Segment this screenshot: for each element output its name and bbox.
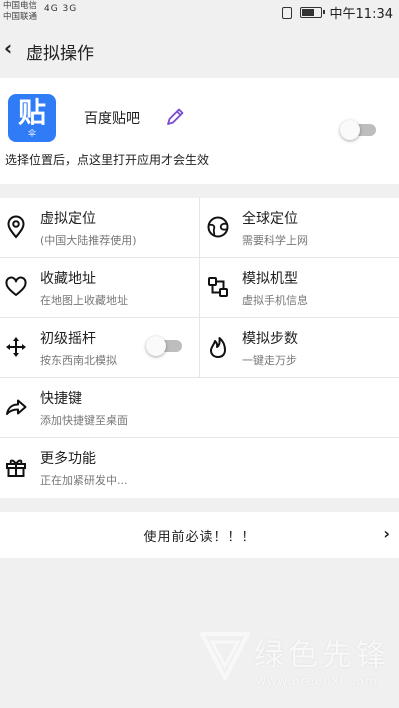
more-features-row[interactable]: 更多功能 正在加紧研发中... xyxy=(0,438,399,498)
feature-title: 初级摇杆 xyxy=(40,331,96,347)
watermark: 绿色先锋 www.greenxf.com xyxy=(200,628,390,698)
chevron-left-icon[interactable]: ‹ xyxy=(4,36,12,60)
gift-icon xyxy=(6,459,26,477)
feature-subtitle: 虚拟手机信息 xyxy=(242,294,308,307)
pencil-icon[interactable] xyxy=(164,106,186,128)
vibrate-icon xyxy=(281,6,292,19)
chevron-right-icon: › xyxy=(383,524,390,543)
app-toggle[interactable] xyxy=(340,120,378,140)
feature-title: 虚拟定位 xyxy=(40,211,96,227)
device-model-icon xyxy=(208,277,228,297)
joystick-toggle[interactable] xyxy=(146,336,184,356)
row-title: 更多功能 xyxy=(40,451,96,467)
app-icon[interactable]: 贴 伞 xyxy=(8,94,56,142)
shortcut-row[interactable]: 快捷键 添加快捷键至桌面 xyxy=(0,378,399,438)
row-subtitle: 添加快捷键至桌面 xyxy=(40,414,128,427)
carrier-1: 中国电信 xyxy=(3,1,38,11)
watermark-url: www.greenxf.com xyxy=(256,674,378,688)
joystick-toggle-knob xyxy=(146,336,166,356)
app-toggle-knob xyxy=(340,120,360,140)
watermark-logo-icon xyxy=(200,632,250,680)
feature-title: 模拟步数 xyxy=(242,331,298,347)
feature-grid: 虚拟定位 (中国大陆推荐使用) 全球定位 需要科学上网 收藏地址 在地图上收藏地… xyxy=(0,198,399,378)
feature-simulate-model[interactable]: 模拟机型 虚拟手机信息 xyxy=(200,258,399,318)
network-indicators: 4G 3G xyxy=(44,4,78,14)
share-arrow-icon xyxy=(6,399,27,415)
carrier-2: 中国联通 xyxy=(3,12,38,22)
feature-subtitle: (中国大陆推荐使用) xyxy=(40,234,137,247)
feature-subtitle: 一键走万步 xyxy=(242,354,297,367)
carrier-labels: 中国电信 中国联通 xyxy=(3,1,37,23)
feature-title: 模拟机型 xyxy=(242,271,298,287)
read-before-use-button[interactable]: 使用前必读！！！ › xyxy=(0,512,399,558)
feature-subtitle: 按东西南北模拟 xyxy=(40,354,117,367)
app-hint: 选择位置后，点这里打开应用才会生效 xyxy=(5,153,210,167)
joystick-arrows-icon xyxy=(6,337,26,357)
app-icon-sub: 伞 xyxy=(28,129,36,138)
page-title: 虚拟操作 xyxy=(26,44,94,64)
watermark-text: 绿色先锋 xyxy=(254,638,390,673)
feature-subtitle: 需要科学上网 xyxy=(242,234,308,247)
app-icon-glyph: 贴 xyxy=(17,96,46,129)
feature-title: 收藏地址 xyxy=(40,271,96,287)
feature-virtual-location[interactable]: 虚拟定位 (中国大陆推荐使用) xyxy=(0,198,199,258)
feature-global-location[interactable]: 全球定位 需要科学上网 xyxy=(200,198,399,258)
status-time: 中午11:34 xyxy=(329,7,393,22)
feature-favorite-address[interactable]: 收藏地址 在地图上收藏地址 xyxy=(0,258,199,318)
feature-subtitle: 在地图上收藏地址 xyxy=(40,294,128,307)
row-subtitle: 正在加紧研发中... xyxy=(40,474,128,487)
battery-icon xyxy=(299,7,325,18)
flame-icon xyxy=(210,337,226,358)
app-name[interactable]: 百度贴吧 xyxy=(84,108,140,128)
heart-icon xyxy=(5,276,27,296)
notice-label: 使用前必读！！！ xyxy=(143,530,256,545)
globe-icon xyxy=(207,216,229,238)
row-title: 快捷键 xyxy=(40,391,82,407)
status-bar: 中国电信 中国联通 4G 3G 中午11:34 xyxy=(0,0,399,24)
feature-simulate-steps[interactable]: 模拟步数 一键走万步 xyxy=(200,318,399,378)
feature-title: 全球定位 xyxy=(242,211,298,227)
location-pin-icon xyxy=(7,215,25,239)
status-right: 中午11:34 xyxy=(281,3,393,22)
page-header: ‹ 虚拟操作 xyxy=(0,24,399,78)
